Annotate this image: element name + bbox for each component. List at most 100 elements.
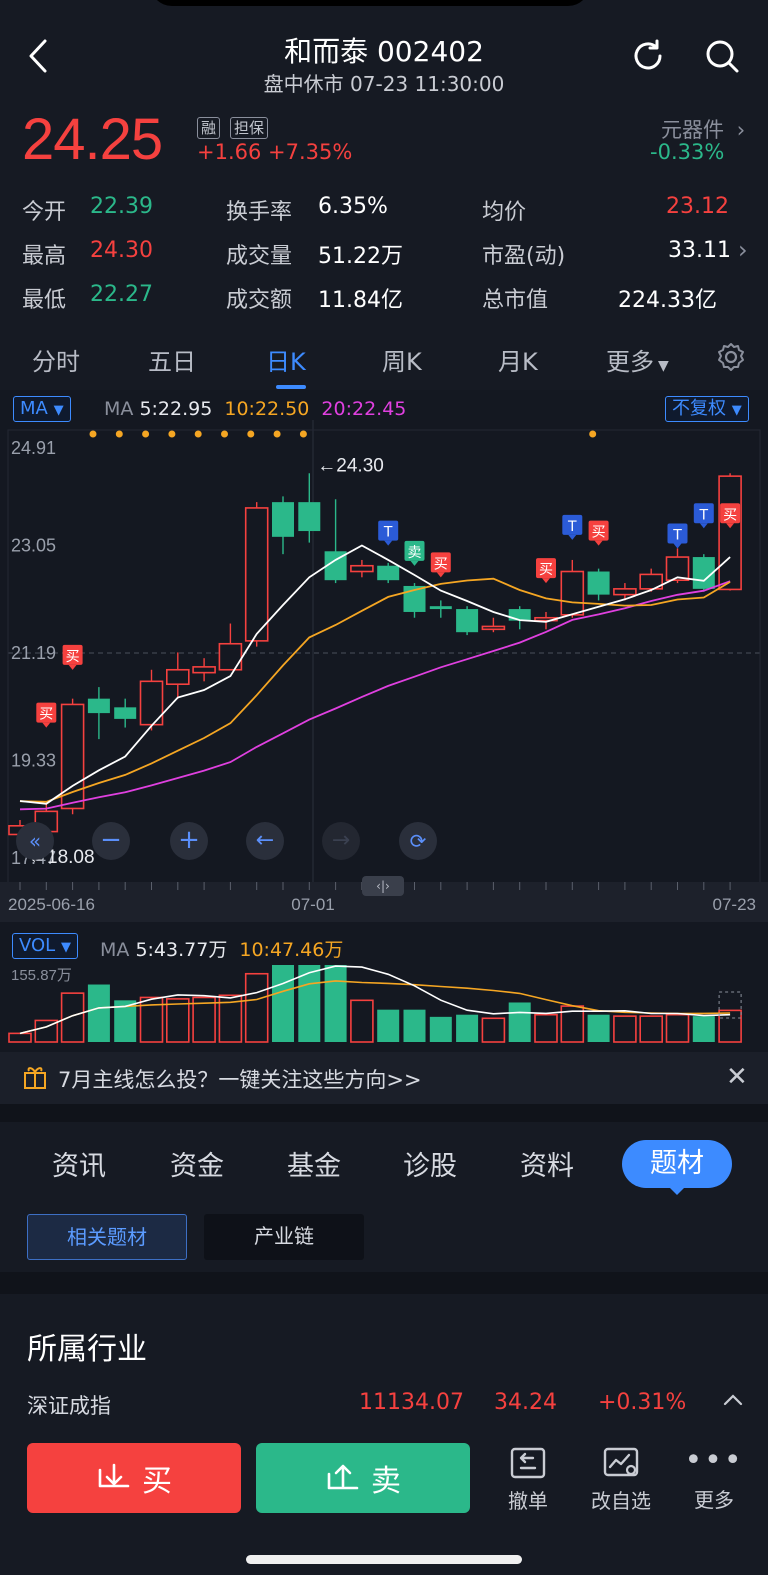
tab-weekly-k[interactable]: 周K	[382, 342, 422, 377]
event-dot	[299, 430, 307, 438]
tab-daily-k[interactable]: 日K	[266, 342, 306, 377]
event-dot	[115, 430, 123, 438]
signal-badge-label: 买	[592, 525, 606, 541]
scroll-left-button[interactable]: ←	[246, 822, 284, 860]
volume-bar	[166, 998, 190, 1043]
search-button[interactable]	[700, 34, 744, 78]
volume-bar	[639, 1015, 664, 1043]
tab-capital[interactable]: 资金	[170, 1144, 224, 1183]
divider	[0, 1272, 768, 1294]
event-dot	[142, 430, 150, 438]
candle-body	[350, 564, 374, 573]
banner-text: 7月主线怎么投？一键关注这些方向>>	[58, 1068, 422, 1092]
avg-value: 23.12	[666, 194, 729, 219]
chevron-right-icon: ›	[736, 118, 746, 142]
index-value: 11134.07	[359, 1390, 464, 1415]
avg-label: 均价	[482, 200, 527, 225]
caret-down-icon: ▼	[60, 940, 71, 955]
candle-body	[166, 668, 190, 686]
signal-badge-label: T	[383, 525, 393, 541]
sell-arrow-icon	[327, 1464, 359, 1490]
tab-theme[interactable]: 题材	[622, 1140, 732, 1188]
event-dot	[168, 430, 176, 438]
current-price: 24.25	[22, 107, 163, 172]
volume-indicator-select[interactable]: VOL ▼	[12, 933, 78, 959]
candle-body	[114, 707, 137, 719]
tab-funds[interactable]: 基金	[287, 1144, 341, 1183]
volume-bar	[613, 1015, 637, 1043]
volume-bar	[87, 984, 110, 1042]
signal-badge-pointer	[384, 540, 393, 546]
price-change-pct: +7.35%	[268, 140, 353, 164]
volume-label: 成交量	[226, 244, 293, 269]
buy-button[interactable]: 买	[27, 1443, 241, 1513]
scroll-right-button[interactable]: →	[322, 822, 360, 860]
double-chevron-left-icon: «	[28, 829, 42, 853]
info-tabs: 资讯 资金 基金 诊股 资料 题材 相关题材 产业链	[0, 1122, 768, 1272]
tab-five-day[interactable]: 五日	[148, 342, 196, 377]
chevron-up-icon	[723, 1394, 743, 1406]
kline-chart-panel[interactable]: MA ▼ MA 5:22.95 10:22.50 20:22.45 不复权 ▼ …	[0, 390, 768, 1055]
collapse-button[interactable]	[722, 1392, 744, 1411]
cancel-order-button[interactable]: 撤单	[493, 1446, 563, 1514]
rotate-landscape-button[interactable]: ⟳	[399, 822, 437, 860]
edit-watchlist-icon	[603, 1447, 639, 1477]
tab-intraday[interactable]: 分时	[32, 342, 80, 377]
vol-ma-legend: MA 5:43.77万 10:47.46万	[100, 935, 343, 962]
volume-indicator-label: VOL	[19, 935, 56, 956]
turnover-label: 换手率	[226, 200, 293, 225]
close-icon[interactable]: ✕	[726, 1062, 748, 1092]
volume-bar	[350, 999, 374, 1043]
more-button[interactable]: ••• 更多	[679, 1446, 749, 1513]
y-tick-label: 23.05	[11, 536, 56, 556]
event-dot	[247, 430, 255, 438]
amount-value: 11.84亿	[318, 288, 403, 313]
volume-bar	[272, 965, 294, 1042]
tab-monthly-k[interactable]: 月K	[498, 342, 538, 377]
zoom-in-button[interactable]: +	[170, 822, 208, 860]
event-dot	[273, 430, 281, 438]
turnover-value: 6.35%	[318, 194, 388, 219]
minus-icon: −	[100, 825, 122, 855]
tab-news[interactable]: 资讯	[52, 1144, 106, 1183]
low-value: 22.27	[90, 282, 153, 307]
sell-button[interactable]: 卖	[256, 1443, 470, 1513]
high-label: 最高	[22, 244, 67, 269]
vol-ma-title: MA	[100, 939, 130, 961]
promo-banner[interactable]: 7月主线怎么投？一键关注这些方向>> ✕	[0, 1052, 768, 1104]
mcap-value: 224.33亿	[618, 288, 717, 313]
index-name[interactable]: 深证成指	[27, 1390, 111, 1420]
chip-industry-chain[interactable]: 产业链	[204, 1214, 364, 1260]
refresh-button[interactable]	[626, 34, 670, 78]
candle-body	[613, 588, 637, 596]
volume-value: 51.22万	[318, 244, 403, 269]
buy-arrow-icon	[98, 1463, 130, 1488]
pe-label: 市盈(动)	[482, 244, 566, 269]
settings-button[interactable]	[716, 342, 746, 376]
candle-body	[587, 571, 610, 595]
chip-related-themes[interactable]: 相关题材	[27, 1214, 187, 1260]
pe-value[interactable]: 33.11	[668, 238, 731, 263]
edit-watchlist-button[interactable]: 改自选	[586, 1446, 656, 1514]
candle-body	[718, 475, 742, 591]
volume-bar	[403, 1009, 426, 1042]
candle-body	[298, 502, 321, 532]
tab-more[interactable]: 更多 ▼	[606, 342, 669, 377]
arrow-left-icon: ←	[255, 828, 275, 853]
volume-bar	[377, 1009, 400, 1042]
tab-diagnose[interactable]: 诊股	[403, 1144, 457, 1183]
refresh-icon	[634, 39, 662, 70]
zoom-out-button[interactable]: −	[92, 822, 130, 860]
scroll-start-button[interactable]: «	[16, 822, 54, 860]
rotate-icon: ⟳	[409, 829, 427, 853]
tab-profile[interactable]: 资料	[520, 1144, 574, 1183]
signal-badge-pointer	[568, 534, 577, 540]
candle-body	[560, 570, 585, 616]
candle-body	[508, 609, 531, 621]
signal-badge-pointer	[542, 578, 550, 584]
period-tabs: 分时 五日 日K 周K 月K 更多 ▼	[0, 330, 768, 388]
open-label: 今开	[22, 200, 67, 225]
ma10-line	[19, 577, 731, 803]
gear-icon	[718, 343, 744, 371]
drag-handle[interactable]: ‹|›	[362, 876, 404, 896]
